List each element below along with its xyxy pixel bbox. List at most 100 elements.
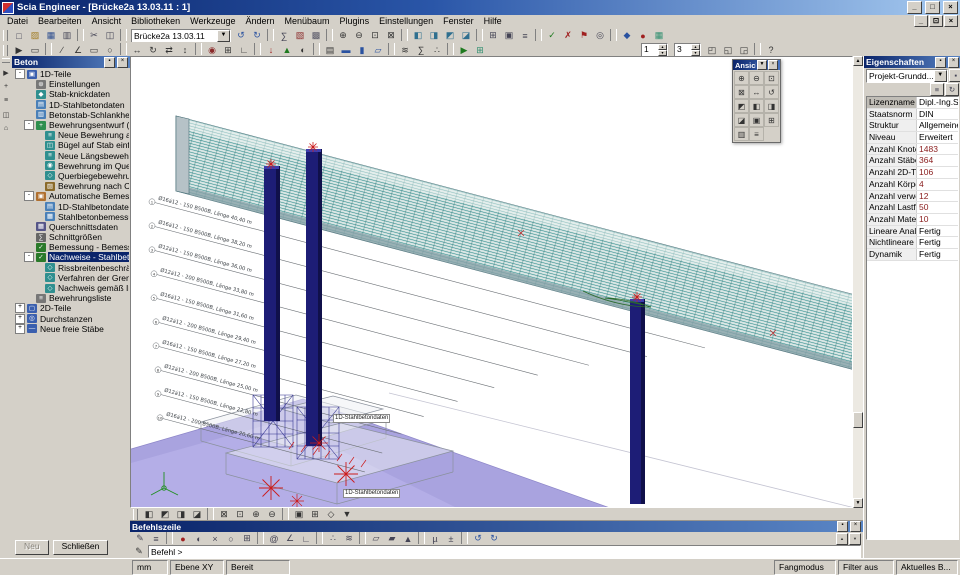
node-icon[interactable]: ● xyxy=(635,29,651,43)
status-snap-mode[interactable]: Fangmodus xyxy=(774,560,836,575)
tree-item[interactable]: ▤1D-Stahlbetondaten xyxy=(13,100,129,110)
palette-menu-icon[interactable]: ▼ xyxy=(757,60,767,70)
property-row[interactable]: Anzahl verwe...12 xyxy=(867,191,958,203)
menu-item[interactable]: Bearbeiten xyxy=(33,16,87,26)
zoom-window-icon[interactable]: ⊡ xyxy=(232,508,248,521)
concrete-menu-icon[interactable]: ▩ xyxy=(308,29,324,43)
scroll-down-icon[interactable]: ▼ xyxy=(853,498,863,508)
undo-icon[interactable]: ↺ xyxy=(233,29,249,43)
view-list-icon[interactable]: ▼ xyxy=(339,508,355,521)
tree-item[interactable]: ◉Bewehrung im Querschnitt xyxy=(13,161,129,171)
mdi-restore-button[interactable]: ⊡ xyxy=(929,15,943,27)
pier-middle[interactable] xyxy=(306,149,322,446)
view-front-icon[interactable]: ◧ xyxy=(141,508,157,521)
status-plane[interactable]: Ebene XY xyxy=(170,560,224,575)
results-icon[interactable]: ▧ xyxy=(292,29,308,43)
tree-expander[interactable]: - xyxy=(15,69,25,79)
property-row[interactable]: Anzahl Mater...10 xyxy=(867,214,958,226)
accept-icon[interactable]: ✓ xyxy=(544,29,560,43)
toolbar-grip[interactable] xyxy=(3,30,8,41)
load-icon[interactable]: ↓ xyxy=(263,43,279,57)
mdi-minimize-button[interactable]: _ xyxy=(914,15,928,27)
column-icon[interactable]: ▮ xyxy=(354,43,370,57)
property-row[interactable]: StrukturAllgemeines X... xyxy=(867,120,958,132)
snap-grid-icon[interactable]: ⊞ xyxy=(239,532,255,545)
project-combo[interactable]: Brücke2a 13.03.11 ▼ xyxy=(131,29,231,43)
tree-item[interactable]: ▤1D-Stahlbetondaten xyxy=(13,201,129,211)
section-plane-icon[interactable]: ◱ xyxy=(720,43,736,57)
close-button[interactable]: × xyxy=(943,1,958,14)
tree-item[interactable]: ▦Stahlbetonbemessung xyxy=(13,212,129,222)
zoom-window-icon[interactable]: ⊡ xyxy=(367,29,383,43)
property-row[interactable]: StaatsnormDIN xyxy=(867,109,958,121)
ortho-lock-icon[interactable]: ∟ xyxy=(298,532,314,545)
zoom-in-icon[interactable]: ⊕ xyxy=(248,508,264,521)
units-icon[interactable]: µ xyxy=(427,532,443,545)
coord-absolute-icon[interactable]: @ xyxy=(266,532,282,545)
tree-item[interactable]: ◇Verfahren der Grenzdehnu xyxy=(13,273,129,283)
ansicht-palette[interactable]: Ansicht ▼ × ⊕⊖⊡⊠↔↺◩◧◨◪▣⊞▥≡ xyxy=(732,59,781,143)
zoom-all-icon[interactable]: ⊠ xyxy=(216,508,232,521)
home-view-icon[interactable]: ⌂ xyxy=(0,122,13,135)
pointer-icon[interactable]: ▶ xyxy=(11,43,27,57)
cancel-icon[interactable]: ✗ xyxy=(560,29,576,43)
command-edit-icon[interactable]: ✎ xyxy=(132,532,148,545)
load-case-icon[interactable]: ≋ xyxy=(397,43,413,57)
grid-icon[interactable]: ⊞ xyxy=(220,43,236,57)
command-panel-titlebar[interactable]: Befehlszeile ▪ × xyxy=(130,521,863,532)
cut-icon[interactable]: ✂ xyxy=(86,29,102,43)
combo-dropdown-icon[interactable]: ▼ xyxy=(217,30,230,42)
view-top-icon[interactable]: ◩ xyxy=(157,508,173,521)
tree-item[interactable]: ≡Bewehrungsliste xyxy=(13,293,129,303)
snap-intersection-icon[interactable]: × xyxy=(207,532,223,545)
tree-item[interactable]: ≡Neue Längsbewehrung auf xyxy=(13,151,129,161)
view-top-icon[interactable]: ◩ xyxy=(734,99,749,113)
zoom-window-icon[interactable]: ⊡ xyxy=(764,71,779,85)
beam-icon[interactable]: ▬ xyxy=(338,43,354,57)
status-filter[interactable]: Filter aus xyxy=(838,560,894,575)
measure-icon[interactable]: ± xyxy=(443,532,459,545)
view-z-icon[interactable]: ◩ xyxy=(442,29,458,43)
action-menu-icon[interactable]: ≡ xyxy=(930,83,944,96)
tree-item[interactable]: ⊛Einstellungen xyxy=(13,79,129,89)
property-row[interactable]: Anzahl Körper:4 xyxy=(867,179,958,191)
render-settings-icon[interactable]: ≡ xyxy=(517,29,533,43)
selection-rect-icon[interactable]: ▭ xyxy=(27,43,43,57)
view-x-icon[interactable]: ◧ xyxy=(410,29,426,43)
menu-item[interactable]: Bibliotheken xyxy=(126,16,185,26)
pin-icon[interactable]: ▪ xyxy=(837,521,848,532)
tree-item[interactable]: ∑Schnittgrößen xyxy=(13,232,129,242)
coord-polar-icon[interactable]: ∠ xyxy=(282,532,298,545)
pin-property-icon[interactable]: ▪ xyxy=(949,69,960,82)
command-history-icon[interactable]: ≡ xyxy=(148,532,164,545)
schliessen-button[interactable]: Schließen xyxy=(53,540,109,555)
pin-icon[interactable]: ▪ xyxy=(104,57,115,68)
snap-endpoint-icon[interactable]: ○ xyxy=(223,532,239,545)
scale-spinner-2[interactable]: 3 ▲▼ xyxy=(674,43,701,57)
support-icon[interactable]: ▲ xyxy=(279,43,295,57)
tree-item[interactable]: ✓Bemessung - Bemessung As,e xyxy=(13,242,129,252)
perspective-icon[interactable]: ◇ xyxy=(323,508,339,521)
view-front-icon[interactable]: ◧ xyxy=(749,99,764,113)
beton-panel-titlebar[interactable]: Beton ▪ × xyxy=(12,56,130,68)
property-group-combo[interactable]: Projekt-Grundd... ▼ xyxy=(866,69,948,83)
tree-item[interactable]: +◎Durchstanzen xyxy=(13,314,129,324)
zoom-in-icon[interactable]: ⊕ xyxy=(734,71,749,85)
mesh-generate-icon[interactable]: ⊞ xyxy=(472,43,488,57)
tree-item[interactable]: ◇Rissbreitenbeschränkung xyxy=(13,263,129,273)
zoom-out-icon[interactable]: ⊖ xyxy=(264,508,280,521)
view-axo-icon[interactable]: ◪ xyxy=(734,113,749,127)
render-mode-icon[interactable]: ▣ xyxy=(749,113,764,127)
dot-grid-icon[interactable]: ∴ xyxy=(325,532,341,545)
layer-icon[interactable]: ≡ xyxy=(0,94,13,107)
mdi-close-button[interactable]: × xyxy=(944,15,958,27)
print-icon[interactable]: ▥ xyxy=(59,29,75,43)
status-units[interactable]: mm xyxy=(132,560,168,575)
combo-dropdown-icon[interactable]: ▼ xyxy=(934,70,947,82)
flag-icon[interactable]: ⚑ xyxy=(576,29,592,43)
property-row[interactable]: Nichtlineare ...Fertig xyxy=(867,237,958,249)
layers-icon[interactable]: ◎ xyxy=(592,29,608,43)
menu-item[interactable]: Menübaum xyxy=(280,16,335,26)
snap-midpoint-icon[interactable]: ◐ xyxy=(191,532,207,545)
close-icon[interactable]: × xyxy=(768,60,778,70)
